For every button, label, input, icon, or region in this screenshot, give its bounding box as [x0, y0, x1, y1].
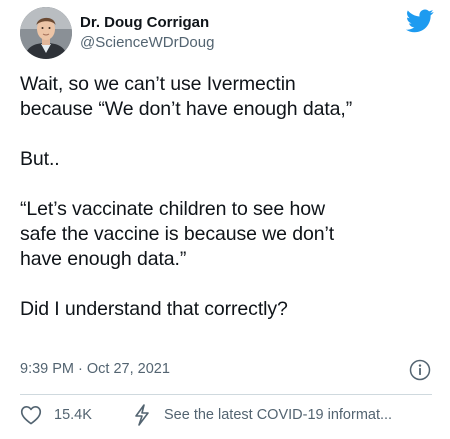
avatar-image [20, 7, 72, 59]
author-names: Dr. Doug Corrigan @ScienceWDrDoug [80, 13, 214, 53]
tweet-timestamp[interactable]: 9:39 PM · Oct 27, 2021 [20, 359, 170, 379]
author-display-name[interactable]: Dr. Doug Corrigan [80, 13, 214, 33]
twitter-bird-icon[interactable] [406, 9, 434, 33]
avatar[interactable] [20, 7, 72, 59]
info-icon[interactable] [409, 359, 431, 381]
lightning-icon[interactable] [132, 403, 152, 427]
heart-icon[interactable] [20, 405, 42, 425]
author-handle[interactable]: @ScienceWDrDoug [80, 33, 214, 53]
tweet-text: Wait, so we can’t use Ivermectin because… [20, 73, 353, 320]
tweet-actions: 15.4K See the latest COVID-19 informat..… [20, 402, 440, 428]
tweet-header: Dr. Doug Corrigan @ScienceWDrDoug [20, 5, 434, 61]
tweet-card: Dr. Doug Corrigan @ScienceWDrDoug Wait, … [0, 0, 450, 439]
divider [20, 394, 432, 395]
like-count[interactable]: 15.4K [54, 405, 92, 425]
covid-info-link[interactable]: See the latest COVID-19 informat... [164, 405, 392, 425]
